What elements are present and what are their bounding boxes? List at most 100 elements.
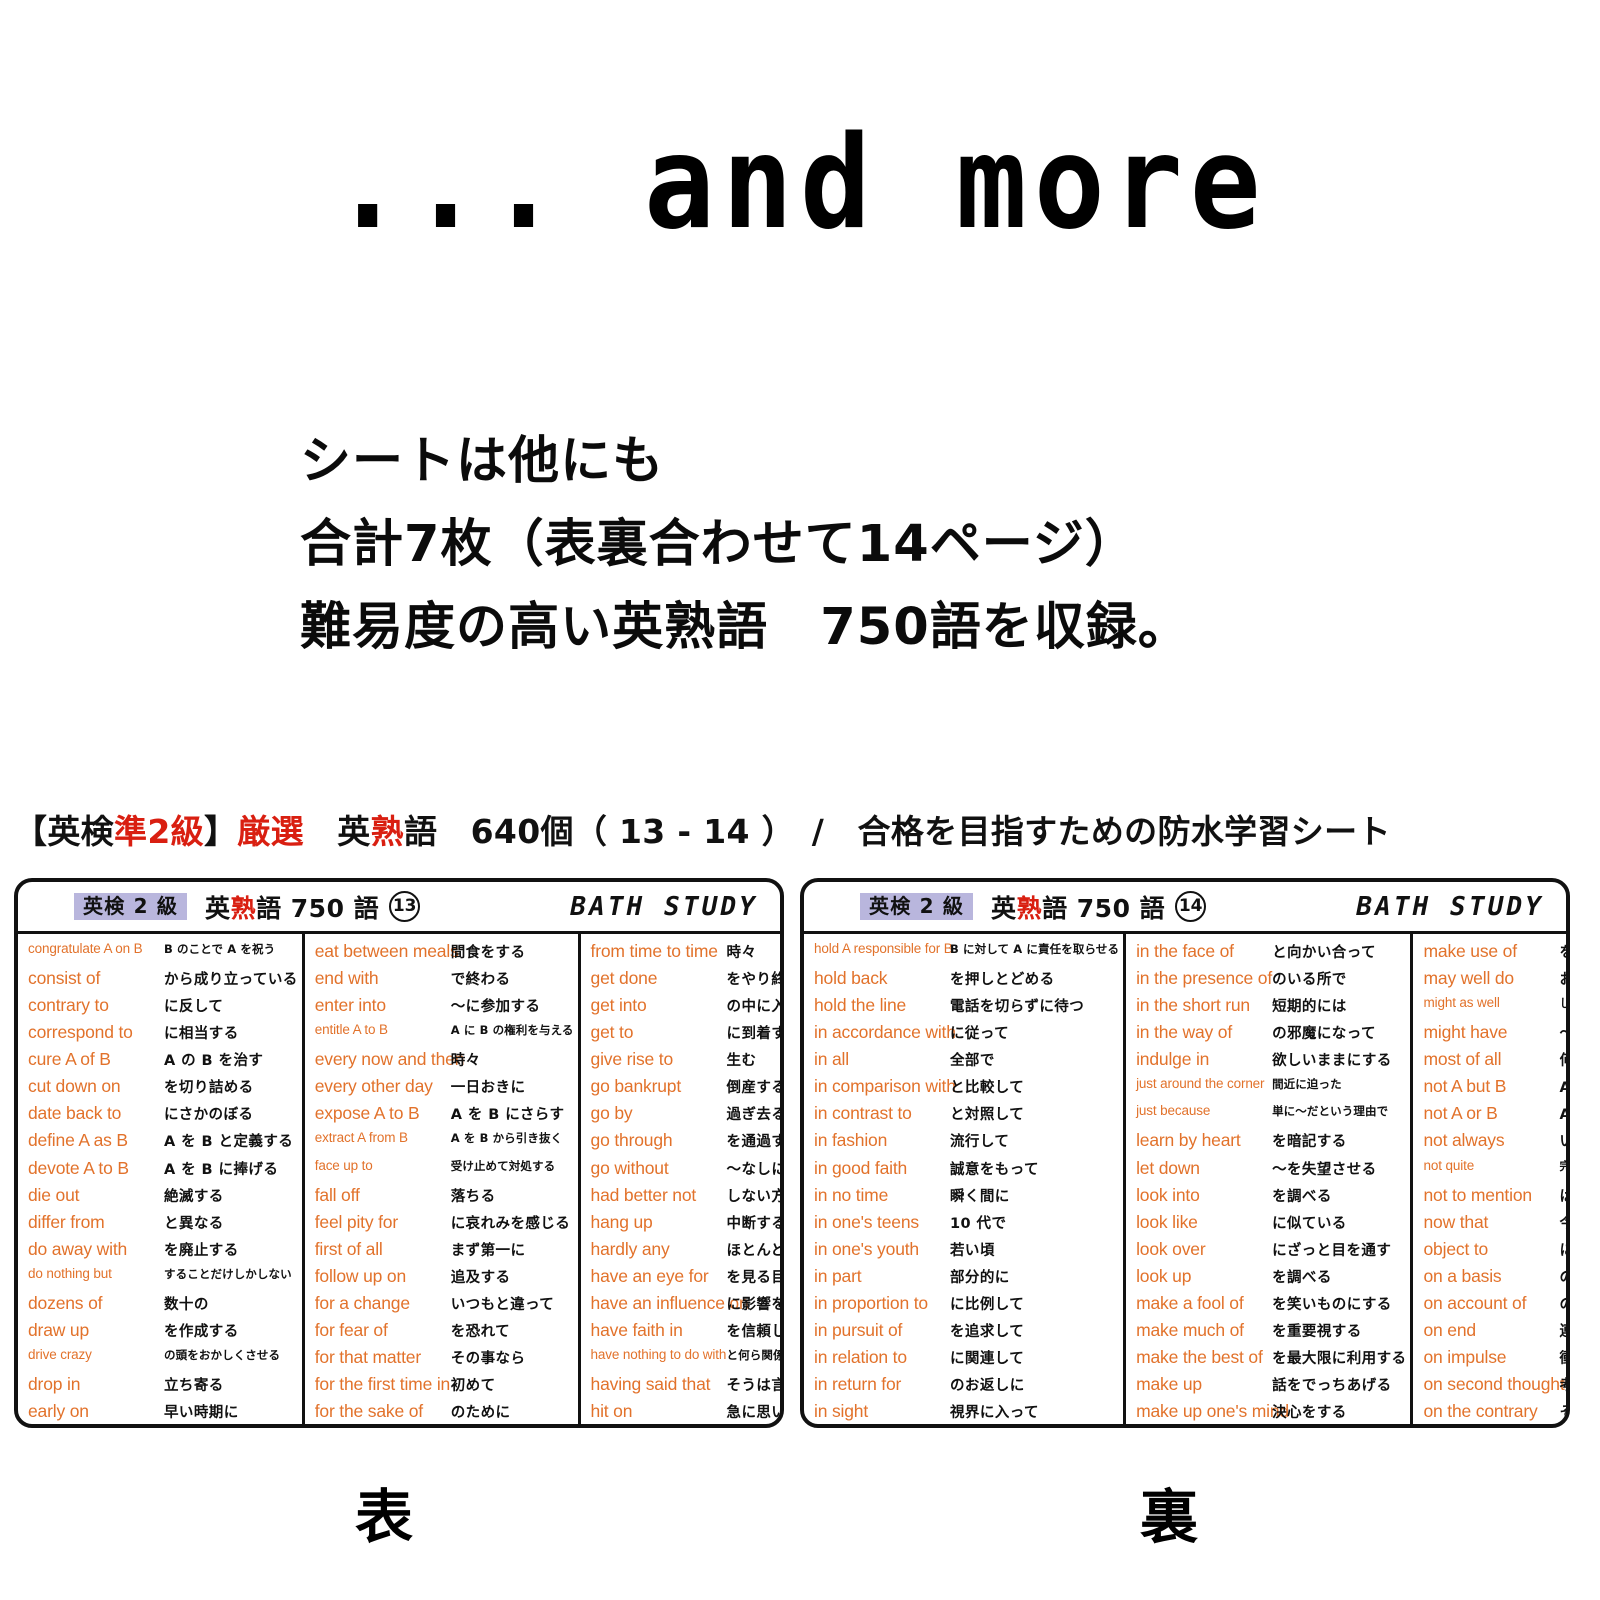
- japanese-meaning: 生む: [726, 1053, 757, 1070]
- english-phrase: date back to: [28, 1103, 122, 1124]
- word-row: object to に反対の意思を表す: [1423, 1239, 1566, 1266]
- japanese-meaning: 決心をする: [1272, 1405, 1347, 1422]
- japanese-meaning: 連続して: [1559, 1320, 1566, 1341]
- sheet-body: congratulate A on B B のことで A を祝う consist o…: [18, 934, 780, 1424]
- word-row: make the best of を最大限に利用する: [1136, 1347, 1406, 1374]
- word-row: devote A to B A を B に捧げる: [28, 1158, 298, 1185]
- japanese-meaning: に従って: [950, 1026, 1010, 1043]
- english-phrase: first of all: [314, 1238, 383, 1259]
- word-row: date back to にさかのぼる: [28, 1103, 298, 1130]
- japanese-meaning: を信頼している: [726, 1323, 780, 1340]
- word-row: not A but B A ではなく B: [1423, 1076, 1566, 1103]
- japanese-meaning: のために: [1559, 1293, 1566, 1314]
- description-line-3: 難易度の高い英熟語 750語を収録。: [300, 598, 1190, 658]
- english-phrase: for the sake of: [314, 1401, 423, 1422]
- japanese-meaning: その事なら: [450, 1350, 526, 1367]
- description-block: シートは他にも 合計7枚（表裏合わせて14ページ） 難易度の高い英熟語 750語…: [300, 420, 1300, 669]
- english-phrase: make much of: [1136, 1319, 1244, 1340]
- japanese-meaning: 瞬く間に: [950, 1188, 1010, 1205]
- english-phrase: indulge in: [1136, 1049, 1210, 1070]
- japanese-meaning: A を B と定義する: [164, 1134, 294, 1151]
- word-column: congratulate A on B B のことで A を祝う consist o…: [18, 934, 302, 1424]
- word-row: make use of を利用する: [1423, 941, 1566, 968]
- japanese-meaning: A の B を治す: [164, 1053, 264, 1070]
- word-row: for the first time in 初めて: [315, 1374, 574, 1401]
- english-phrase: die out: [28, 1184, 80, 1205]
- word-row: learn by heart を暗記する: [1136, 1130, 1406, 1157]
- word-row: fall off 落ちる: [315, 1185, 574, 1212]
- word-row: cut down on を切り詰める: [28, 1076, 298, 1103]
- word-row: enter into 〜に参加する: [315, 995, 574, 1022]
- japanese-meaning: の基準で: [1559, 1266, 1566, 1287]
- page-title: ... and more: [332, 109, 1268, 258]
- english-phrase: on a basis: [1423, 1265, 1502, 1286]
- japanese-meaning: のお返しに: [950, 1378, 1025, 1394]
- japanese-meaning: A に B の権利を与える: [450, 1023, 574, 1038]
- english-phrase: from time to time: [590, 941, 719, 961]
- word-row: define A as B A を B と定義する: [28, 1130, 298, 1157]
- english-phrase: on end: [1423, 1319, 1476, 1340]
- word-row: may well do おそらく〜するだろう: [1423, 968, 1566, 995]
- word-row: just around the corner 間近に迫った: [1136, 1076, 1406, 1103]
- english-phrase: for fear of: [314, 1319, 388, 1340]
- english-phrase: in proportion to: [814, 1292, 928, 1313]
- japanese-meaning: 衝動的に: [1559, 1347, 1566, 1368]
- english-phrase: have an eye for: [590, 1265, 709, 1286]
- japanese-meaning: 電話を切らずに待つ: [950, 999, 1085, 1016]
- word-row: in good faith 誠意をもって: [814, 1158, 1119, 1185]
- japanese-meaning: まず第一に: [450, 1242, 526, 1259]
- word-row: go by 過ぎ去る: [591, 1103, 780, 1130]
- english-phrase: just around the corner: [1136, 1076, 1265, 1092]
- english-phrase: drop in: [28, 1374, 81, 1394]
- word-row: most of all 何よりも: [1423, 1049, 1566, 1076]
- japanese-meaning: 絶滅する: [164, 1188, 224, 1205]
- word-row: first of all まず第一に: [315, 1239, 574, 1266]
- english-phrase: had better not: [590, 1184, 697, 1205]
- japanese-meaning: 今はもう〜なので: [1559, 1212, 1566, 1233]
- japanese-meaning: そうは言っても: [726, 1378, 780, 1394]
- sheet-title-suffix: 語 750 語: [256, 893, 380, 923]
- japanese-meaning: 数十の: [164, 1296, 209, 1313]
- japanese-meaning: を調べる: [1272, 1188, 1332, 1205]
- english-phrase: dozens of: [28, 1292, 103, 1313]
- study-sheet-back: 英検 2 級 英熟語 750 語 14 BATH STUDY hold A re…: [800, 878, 1570, 1428]
- english-phrase: on account of: [1423, 1292, 1527, 1313]
- japanese-meaning: 間近に迫った: [1272, 1077, 1342, 1092]
- word-row: on a basis の基準で: [1423, 1265, 1566, 1293]
- word-row: have nothing to do withと何ら関係がない: [591, 1347, 780, 1374]
- japanese-meaning: の邪魔になって: [1272, 1026, 1376, 1043]
- english-phrase: face up to: [314, 1157, 373, 1173]
- japanese-meaning: 落ちる: [450, 1188, 496, 1205]
- word-row: just because 単に〜だという理由で: [1136, 1103, 1406, 1130]
- japanese-meaning: 話をでっちあげる: [1272, 1378, 1392, 1394]
- japanese-meaning: 早い時期に: [164, 1405, 239, 1422]
- english-phrase: learn by heart: [1136, 1130, 1241, 1151]
- japanese-meaning: に比例して: [950, 1296, 1025, 1313]
- english-phrase: on second thought: [1423, 1374, 1565, 1394]
- japanese-meaning: 急に思いつく: [726, 1405, 780, 1422]
- japanese-meaning: を重要視する: [1272, 1323, 1362, 1340]
- english-phrase: make use of: [1423, 941, 1517, 961]
- english-phrase: get to: [590, 1022, 634, 1043]
- english-phrase: might as well: [1423, 995, 1500, 1011]
- word-row: contrary to に反して: [28, 995, 298, 1022]
- japanese-meaning: 倒産する: [726, 1080, 784, 1097]
- word-row: for a change いつもと違って: [315, 1293, 574, 1320]
- word-row: might have 〜したかもしれない: [1423, 1022, 1566, 1049]
- sheet-title-red: 熟: [1016, 893, 1043, 923]
- word-row: do nothing but することだけしかしない: [28, 1266, 298, 1293]
- english-phrase: hold the line: [814, 995, 907, 1016]
- japanese-meaning: のいる所で: [1272, 972, 1347, 989]
- english-phrase: in part: [814, 1265, 862, 1286]
- english-phrase: not A but B: [1423, 1076, 1507, 1097]
- english-phrase: in comparison with: [814, 1076, 956, 1097]
- sheet-title-suffix: 語 750 語: [1042, 893, 1166, 923]
- english-phrase: in fashion: [814, 1130, 888, 1151]
- back-side-label: 裏: [1140, 1483, 1199, 1551]
- word-row: make much of を重要視する: [1136, 1320, 1406, 1347]
- japanese-meaning: 〜に参加する: [450, 999, 541, 1016]
- japanese-meaning: 中断する: [726, 1215, 784, 1232]
- japanese-meaning: 短期的には: [1272, 999, 1347, 1016]
- japanese-meaning: A を B に捧げる: [164, 1161, 279, 1178]
- japanese-meaning: 流行して: [950, 1134, 1010, 1151]
